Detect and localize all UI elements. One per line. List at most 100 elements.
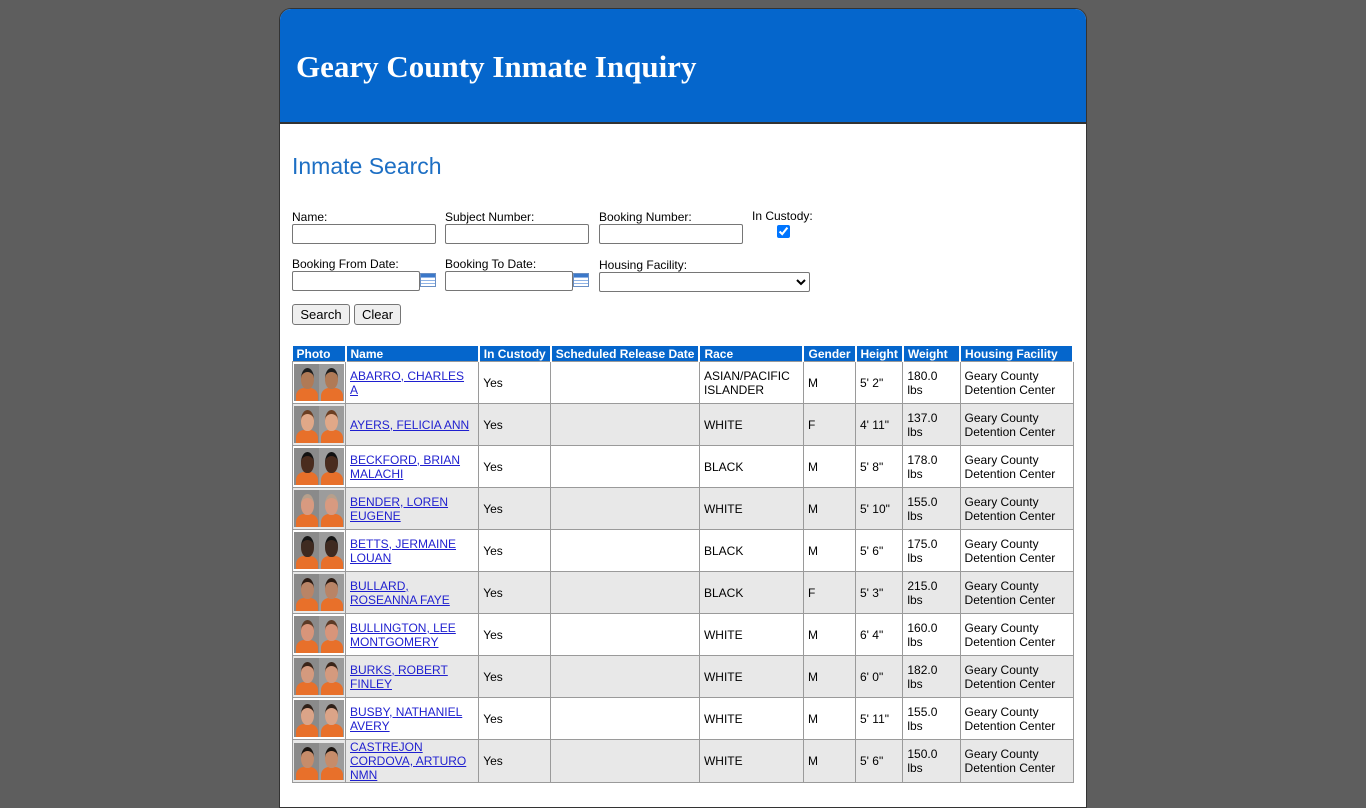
height-cell: 5' 8" xyxy=(854,445,904,488)
housing-facility-cell: Geary County Detention Center xyxy=(959,571,1074,614)
booking-to-date-input[interactable] xyxy=(445,271,573,291)
gender-cell: F xyxy=(802,571,857,614)
search-button[interactable]: Search xyxy=(292,304,350,325)
race-cell: ASIAN/PACIFIC ISLANDER xyxy=(698,361,804,404)
mugshot-photo[interactable] xyxy=(294,532,344,569)
gender-cell: M xyxy=(802,361,857,404)
to-date-field-group: Booking To Date: xyxy=(445,257,573,291)
inmate-name-link[interactable]: BECKFORD, BRIAN MALACHI xyxy=(350,453,460,481)
in-custody-checkbox[interactable] xyxy=(777,225,790,238)
mugshot-photo[interactable] xyxy=(294,364,344,401)
housing-facility-cell: Geary County Detention Center xyxy=(959,655,1074,698)
release-date-cell xyxy=(550,529,700,572)
inmate-name-link[interactable]: BULLINGTON, LEE MONTGOMERY xyxy=(350,621,456,649)
mugshot-photo[interactable] xyxy=(294,406,344,443)
race-cell: WHITE xyxy=(698,613,804,656)
photo-cell xyxy=(292,529,346,572)
header-banner: Geary County Inmate Inquiry xyxy=(280,9,1086,124)
inmate-name-link[interactable]: AYERS, FELICIA ANN xyxy=(350,418,469,432)
table-row: BULLARD, ROSEANNA FAYE Yes BLACK F 5' 3" 215.… xyxy=(292,571,1074,614)
in-custody-cell: Yes xyxy=(478,613,552,656)
search-heading: Inmate Search xyxy=(292,153,442,179)
housing-facility-cell: Geary County Detention Center xyxy=(959,403,1074,446)
in-custody-cell: Yes xyxy=(478,445,552,488)
housing-facility-cell: Geary County Detention Center xyxy=(959,361,1074,404)
weight-cell: 155.0 lbs xyxy=(902,487,961,530)
release-date-cell xyxy=(550,571,700,614)
housing-facility-cell: Geary County Detention Center xyxy=(959,445,1074,488)
inmate-name-link[interactable]: BETTS, JERMAINE LOUAN xyxy=(350,537,456,565)
mugshot-photo[interactable] xyxy=(294,616,344,653)
name-cell: BULLARD, ROSEANNA FAYE xyxy=(344,571,480,614)
header-race[interactable]: Race xyxy=(699,346,805,362)
booking-to-date-label: Booking To Date: xyxy=(445,257,537,271)
name-cell: CASTREJON CORDOVA, ARTURO NMN xyxy=(344,739,480,783)
subject-number-label: Subject Number: xyxy=(445,210,535,224)
mugshot-photo[interactable] xyxy=(294,490,344,527)
housing-facility-cell: Geary County Detention Center xyxy=(959,697,1074,740)
release-date-cell xyxy=(550,697,700,740)
page-title: Geary County Inmate Inquiry xyxy=(296,49,697,84)
weight-cell: 175.0 lbs xyxy=(902,529,961,572)
inmate-name-link[interactable]: BENDER, LOREN EUGENE xyxy=(350,495,448,523)
gender-cell: F xyxy=(802,403,857,446)
header-height[interactable]: Height xyxy=(855,346,904,362)
clear-button[interactable]: Clear xyxy=(354,304,401,325)
subject-number-input[interactable] xyxy=(445,224,589,244)
race-cell: WHITE xyxy=(698,655,804,698)
height-cell: 6' 0" xyxy=(854,655,904,698)
housing-facility-select[interactable] xyxy=(599,272,810,292)
weight-cell: 160.0 lbs xyxy=(902,613,961,656)
table-row: AYERS, FELICIA ANN Yes WHITE F 4' 11" 137.0 l… xyxy=(292,403,1074,446)
gender-cell: M xyxy=(802,739,857,783)
header-weight[interactable]: Weight xyxy=(902,346,962,362)
release-date-cell xyxy=(550,655,700,698)
booking-number-label: Booking Number: xyxy=(599,210,692,224)
weight-cell: 137.0 lbs xyxy=(902,403,961,446)
inmate-name-link[interactable]: ABARRO, CHARLES A xyxy=(350,369,464,397)
release-date-cell xyxy=(550,613,700,656)
release-date-cell xyxy=(550,403,700,446)
header-photo[interactable]: Photo xyxy=(292,346,347,362)
inmate-name-link[interactable]: CASTREJON CORDOVA, ARTURO NMN xyxy=(350,740,466,782)
in-custody-cell: Yes xyxy=(478,655,552,698)
table-row: CASTREJON CORDOVA, ARTURO NMN Yes WHITE M 5'… xyxy=(292,739,1074,783)
photo-cell xyxy=(292,613,346,656)
booking-from-date-input[interactable] xyxy=(292,271,420,291)
housing-facility-cell: Geary County Detention Center xyxy=(959,739,1074,783)
header-housing-facility[interactable]: Housing Facility xyxy=(960,346,1074,362)
subject-field-group: Subject Number: xyxy=(445,210,589,244)
header-gender[interactable]: Gender xyxy=(803,346,857,362)
header-in-custody[interactable]: In Custody xyxy=(478,346,552,362)
mugshot-photo[interactable] xyxy=(294,574,344,611)
race-cell: WHITE xyxy=(698,739,804,783)
header-scheduled-release-date[interactable]: Scheduled Release Date xyxy=(550,346,701,362)
height-cell: 5' 11" xyxy=(854,697,904,740)
inmate-results-table: Photo Name In Custody Scheduled Release … xyxy=(292,346,1074,783)
height-cell: 5' 10" xyxy=(854,487,904,530)
from-date-field-group: Booking From Date: xyxy=(292,257,420,291)
booking-number-input[interactable] xyxy=(599,224,743,244)
inmate-name-link[interactable]: BULLARD, ROSEANNA FAYE xyxy=(350,579,450,607)
header-name[interactable]: Name xyxy=(345,346,480,362)
mugshot-photo[interactable] xyxy=(294,700,344,737)
table-header-row: Photo Name In Custody Scheduled Release … xyxy=(292,346,1074,362)
in-custody-cell: Yes xyxy=(478,403,552,446)
photo-cell xyxy=(292,403,346,446)
inmate-name-link[interactable]: BURKS, ROBERT FINLEY xyxy=(350,663,448,691)
housing-facility-cell: Geary County Detention Center xyxy=(959,487,1074,530)
name-input[interactable] xyxy=(292,224,436,244)
name-cell: BURKS, ROBERT FINLEY xyxy=(344,655,480,698)
photo-cell xyxy=(292,445,346,488)
in-custody-cell: Yes xyxy=(478,487,552,530)
name-cell: BULLINGTON, LEE MONTGOMERY xyxy=(344,613,480,656)
in-custody-label: In Custody: xyxy=(752,209,813,223)
calendar-icon[interactable] xyxy=(420,273,436,287)
calendar-icon[interactable] xyxy=(573,273,589,287)
photo-cell xyxy=(292,739,346,783)
gender-cell: M xyxy=(802,529,857,572)
mugshot-photo[interactable] xyxy=(294,742,344,780)
inmate-name-link[interactable]: BUSBY, NATHANIEL AVERY xyxy=(350,705,462,733)
mugshot-photo[interactable] xyxy=(294,448,344,485)
mugshot-photo[interactable] xyxy=(294,658,344,695)
